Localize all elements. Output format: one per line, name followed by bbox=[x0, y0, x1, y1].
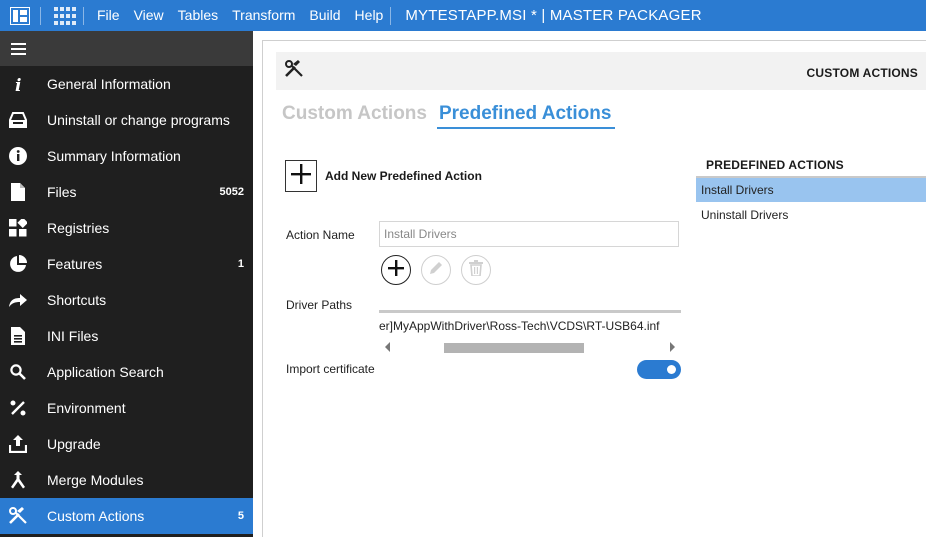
sidebar-item-summary-information[interactable]: Summary Information bbox=[0, 138, 253, 174]
sidebar: i General Information Uninstall or chang… bbox=[0, 31, 253, 537]
delete-path-button[interactable] bbox=[461, 255, 491, 285]
sidebar-item-label: Environment bbox=[47, 400, 126, 416]
title-separator bbox=[40, 6, 41, 25]
table-grid-icon[interactable] bbox=[47, 0, 83, 31]
menu-build[interactable]: Build bbox=[302, 0, 347, 31]
info-italic-icon: i bbox=[0, 66, 36, 102]
sidebar-item-uninstall-programs[interactable]: Uninstall or change programs bbox=[0, 102, 253, 138]
tab-custom-actions[interactable]: Custom Actions bbox=[282, 103, 427, 129]
add-predefined-action-button[interactable] bbox=[285, 160, 317, 192]
percent-icon bbox=[0, 390, 36, 426]
svg-text:i: i bbox=[15, 76, 21, 93]
driver-path-item[interactable]: er]MyAppWithDriver\Ross-Tech\VCDS\RT-USB… bbox=[379, 319, 660, 333]
window-title: MYTESTAPP.MSI * | MASTER PACKAGER bbox=[405, 7, 702, 24]
sidebar-item-label: Features bbox=[47, 256, 103, 272]
sidebar-item-label: General Information bbox=[47, 76, 171, 92]
sidebar-item-shortcuts[interactable]: Shortcuts bbox=[0, 282, 253, 318]
features-count-badge: 1 bbox=[237, 258, 244, 270]
add-path-button[interactable] bbox=[381, 255, 411, 285]
content-header: CUSTOM ACTIONS bbox=[276, 52, 926, 90]
driver-paths-label: Driver Paths bbox=[286, 298, 353, 312]
sidebar-item-custom-actions[interactable]: Custom Actions 5 bbox=[0, 498, 253, 534]
menu-tables[interactable]: Tables bbox=[171, 0, 225, 31]
pie-icon bbox=[0, 246, 36, 282]
tab-strip: Custom Actions Predefined Actions bbox=[282, 103, 625, 129]
sidebar-item-application-search[interactable]: Application Search bbox=[0, 354, 253, 390]
title-separator bbox=[390, 6, 392, 25]
page-title: CUSTOM ACTIONS bbox=[806, 66, 918, 80]
scroll-right-arrow-icon[interactable] bbox=[670, 342, 675, 352]
title-separator bbox=[83, 6, 84, 25]
file-icon bbox=[0, 174, 36, 210]
hamburger-menu-icon[interactable] bbox=[0, 31, 253, 66]
sidebar-item-general-information[interactable]: i General Information bbox=[0, 66, 253, 102]
sidebar-item-label: Registries bbox=[47, 220, 110, 236]
info-circle-icon bbox=[0, 138, 36, 174]
upload-icon bbox=[0, 426, 36, 462]
tools-icon bbox=[284, 60, 304, 83]
action-name-field[interactable] bbox=[379, 221, 679, 247]
menu-transform[interactable]: Transform bbox=[225, 0, 302, 31]
toggle-knob bbox=[667, 365, 676, 374]
sidebar-item-label: Uninstall or change programs bbox=[47, 112, 230, 128]
sidebar-item-label: Custom Actions bbox=[47, 508, 145, 524]
import-certificate-label: Import certificate bbox=[286, 362, 375, 376]
sidebar-item-environment[interactable]: Environment bbox=[0, 390, 253, 426]
plus-icon bbox=[290, 163, 312, 190]
sidebar-item-label: Merge Modules bbox=[47, 472, 144, 488]
sidebar-item-upgrade[interactable]: Upgrade bbox=[0, 426, 253, 462]
trash-icon bbox=[469, 259, 483, 281]
plus-icon bbox=[387, 259, 405, 282]
sidebar-item-label: INI Files bbox=[47, 328, 99, 344]
sidebar-item-label: Summary Information bbox=[47, 148, 181, 164]
driver-paths-list[interactable]: er]MyAppWithDriver\Ross-Tech\VCDS\RT-USB… bbox=[379, 310, 681, 354]
sidebar-item-label: Upgrade bbox=[47, 436, 101, 452]
custom-actions-count-badge: 5 bbox=[237, 510, 244, 522]
sidebar-item-merge-modules[interactable]: Merge Modules bbox=[0, 462, 253, 498]
registry-icon bbox=[0, 210, 36, 246]
sidebar-item-ini-files[interactable]: INI Files bbox=[0, 318, 253, 354]
menu-file[interactable]: File bbox=[90, 0, 127, 31]
drive-icon bbox=[0, 102, 36, 138]
horizontal-scrollbar-thumb[interactable] bbox=[444, 343, 584, 353]
sidebar-item-label: Shortcuts bbox=[47, 292, 107, 308]
add-predefined-action-label[interactable]: Add New Predefined Action bbox=[325, 169, 482, 183]
scroll-left-arrow-icon[interactable] bbox=[385, 342, 390, 352]
action-name-label: Action Name bbox=[286, 228, 355, 242]
sidebar-item-files[interactable]: Files 5052 bbox=[0, 174, 253, 210]
edit-path-button[interactable] bbox=[421, 255, 451, 285]
menu-view[interactable]: View bbox=[127, 0, 171, 31]
title-bar: File View Tables Transform Build Help MY… bbox=[0, 0, 926, 31]
menu-help[interactable]: Help bbox=[348, 0, 391, 31]
predefined-item-uninstall-drivers[interactable]: Uninstall Drivers bbox=[696, 203, 926, 227]
search-icon bbox=[0, 354, 36, 390]
app-logo-icon[interactable] bbox=[0, 0, 40, 31]
sidebar-item-features[interactable]: Features 1 bbox=[0, 246, 253, 282]
files-count-badge: 5052 bbox=[219, 186, 244, 198]
predefined-item-install-drivers[interactable]: Install Drivers bbox=[696, 178, 926, 202]
pencil-icon bbox=[428, 260, 444, 281]
tab-predefined-actions[interactable]: Predefined Actions bbox=[436, 103, 616, 129]
tools-icon bbox=[0, 498, 36, 534]
menu-bar: File View Tables Transform Build Help bbox=[90, 0, 390, 31]
merge-icon bbox=[0, 462, 36, 498]
sidebar-item-label: Files bbox=[47, 184, 77, 200]
predefined-actions-title: PREDEFINED ACTIONS bbox=[706, 158, 844, 172]
shortcut-arrow-icon bbox=[0, 282, 36, 318]
sidebar-item-label: Application Search bbox=[47, 364, 164, 380]
ini-file-icon bbox=[0, 318, 36, 354]
sidebar-item-registries[interactable]: Registries bbox=[0, 210, 253, 246]
import-certificate-toggle[interactable] bbox=[637, 360, 681, 379]
